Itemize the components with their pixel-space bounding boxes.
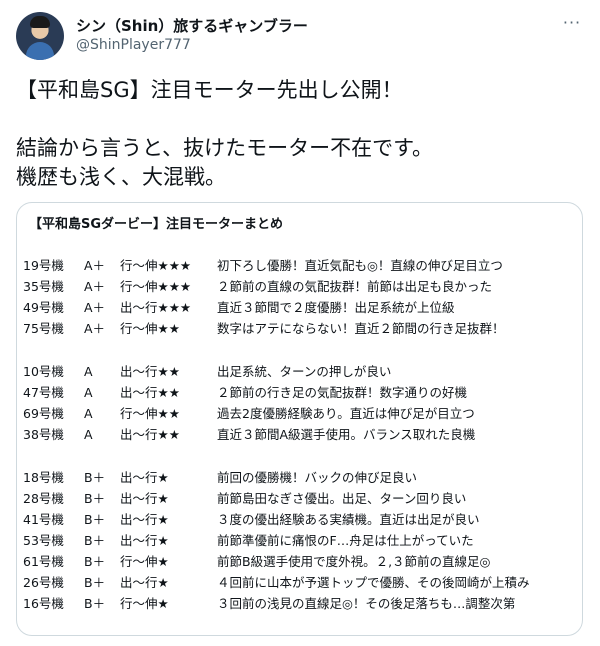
motor-number: 18号機 [23,470,64,485]
motor-row: 16号機 B＋ 行〜伸★ ３回前の浅見の直線足◎！その後足落ちも…調整次第 [17,593,582,614]
motor-row: 75号機 A＋ 行〜伸★★ 数字はアテにならない！直近２節間の行き足抜群！ [17,318,582,339]
motor-type: 行〜伸★★★ [120,258,192,273]
motor-group: 10号機 A 出〜行★★ 出足系統、ターンの押しが良い 47号機 A 出〜行★★ ２節前の行き… [17,361,582,445]
motor-row: 19号機 A＋ 行〜伸★★★ 初下ろし優勝！直近気配も◎！直線の伸び足目立つ [17,255,582,276]
motor-row: 47号機 A 出〜行★★ ２節前の行き足の気配抜群！数字通りの好機 [17,382,582,403]
motor-rank: A＋ [84,258,106,273]
motor-rank: B＋ [84,491,106,506]
motor-number: 19号機 [23,258,64,273]
motor-rank: B＋ [84,596,106,611]
motor-rank: B＋ [84,512,106,527]
motor-number: 41号機 [23,512,64,527]
motor-type: 出〜行★ [120,512,169,527]
motor-note: ３回前の浅見の直線足◎！その後足落ちも…調整次第 [217,596,516,611]
motor-row: 26号機 B＋ 出〜行★ ４回前に山本が予選トップで優勝、その後岡崎が上積み [17,572,582,593]
motor-note: ４回前に山本が予選トップで優勝、その後岡崎が上積み [217,575,530,590]
motor-note: 数字はアテにならない！直近２節間の行き足抜群！ [217,321,505,336]
motor-row: 41号機 B＋ 出〜行★ ３度の優出経験ある実績機。直近は出足が良い [17,509,582,530]
attached-image-card[interactable]: 【平和島SGダービー】注目モーターまとめ 19号機 A＋ 行〜伸★★★ 初下ろし優勝！… [16,202,583,636]
more-dots-icon[interactable]: ··· [560,15,584,36]
motor-number: 47号機 [23,385,64,400]
motor-note: ２節前の行き足の気配抜群！数字通りの好機 [217,385,468,400]
tweet-text: 【平和島SG】注目モーター先出し公開！ 結論から言うと、抜けたモーター不在です。… [16,76,584,192]
motor-note: 前節準優前に痛恨のF…舟足は仕上がっていた [217,533,474,548]
motor-type: 出〜行★★ [120,385,180,400]
motor-row: 49号機 A＋ 出〜行★★★ 直近３節間で２度優勝！出足系統が上位級 [17,297,582,318]
motor-rank: A＋ [84,300,106,315]
motor-row: 53号機 B＋ 出〜行★ 前節準優前に痛恨のF…舟足は仕上がっていた [17,530,582,551]
tweet-line: 【平和島SG】注目モーター先出し公開！ [16,78,403,102]
motor-rank: A [84,406,93,421]
motor-type: 出〜行★★★ [120,300,192,315]
motor-type: 行〜伸★★ [120,406,180,421]
motor-note: 前回の優勝機！バックの伸び足良い [217,470,418,485]
motor-note: 初下ろし優勝！直近気配も◎！直線の伸び足目立つ [217,258,503,273]
motor-number: 75号機 [23,321,64,336]
motor-type: 行〜伸★★★ [120,279,192,294]
motor-note: ３度の優出経験ある実績機。直近は出足が良い [217,512,480,527]
motor-note: ２節前の直線の気配抜群！前節は出足も良かった [217,279,493,294]
motor-row: 69号機 A 行〜伸★★ 過去2度優勝経験あり。直近は伸び足が目立つ [17,403,582,424]
motor-type: 行〜伸★ [120,596,169,611]
motor-note: 前節島田なぎさ優出。出足、ターン回り良い [217,491,467,506]
motor-type: 行〜伸★★ [120,321,180,336]
avatar[interactable] [16,12,64,60]
motor-rank: B＋ [84,554,106,569]
motor-note: 直近３節間A級選手使用。バランス取れた良機 [217,427,476,442]
motor-type: 出〜行★★ [120,427,180,442]
tweet-header: シン（Shin）旅するギャンブラー @ShinPlayer777 ··· [16,12,584,62]
motor-row: 61号機 B＋ 行〜伸★ 前節B級選手使用で度外視。２,３節前の直線足◎ [17,551,582,572]
motor-number: 10号機 [23,364,64,379]
motor-list: 19号機 A＋ 行〜伸★★★ 初下ろし優勝！直近気配も◎！直線の伸び足目立つ 35号機 A… [17,255,582,635]
motor-row: 28号機 B＋ 出〜行★ 前節島田なぎさ優出。出足、ターン回り良い [17,488,582,509]
motor-note: 前節B級選手使用で度外視。２,３節前の直線足◎ [217,554,491,569]
author-handle[interactable]: @ShinPlayer777 [76,37,191,53]
motor-rank: A＋ [84,321,106,336]
motor-row: 35号機 A＋ 行〜伸★★★ ２節前の直線の気配抜群！前節は出足も良かった [17,276,582,297]
motor-rank: B＋ [84,470,106,485]
tweet-line: 結論から言うと、抜けたモーター不在です。 [16,136,434,160]
motor-type: 行〜伸★ [120,554,169,569]
motor-number: 28号機 [23,491,64,506]
motor-note: 出足系統、ターンの押しが良い [217,364,392,379]
motor-number: 38号機 [23,427,64,442]
motor-number: 16号機 [23,596,64,611]
motor-group: 18号機 B＋ 出〜行★ 前回の優勝機！バックの伸び足良い 28号機 B＋ 出〜行★ 前節島田… [17,467,582,614]
motor-number: 49号機 [23,300,64,315]
motor-number: 61号機 [23,554,64,569]
motor-group: 19号機 A＋ 行〜伸★★★ 初下ろし優勝！直近気配も◎！直線の伸び足目立つ 35号機 A… [17,255,582,339]
motor-rank: A [84,385,93,400]
motor-number: 69号機 [23,406,64,421]
motor-number: 53号機 [23,533,64,548]
author-name[interactable]: シン（Shin）旅するギャンブラー [76,15,308,36]
motor-rank: A＋ [84,279,106,294]
motor-row: 38号機 A 出〜行★★ 直近３節間A級選手使用。バランス取れた良機 [17,424,582,445]
motor-type: 出〜行★ [120,491,169,506]
motor-rank: B＋ [84,575,106,590]
motor-number: 35号機 [23,279,64,294]
motor-row: 10号機 A 出〜行★★ 出足系統、ターンの押しが良い [17,361,582,382]
motor-type: 出〜行★ [120,470,169,485]
motor-note: 過去2度優勝経験あり。直近は伸び足が目立つ [217,406,475,421]
motor-note: 直近３節間で２度優勝！出足系統が上位級 [217,300,455,315]
motor-type: 出〜行★ [120,533,169,548]
card-title: 【平和島SGダービー】注目モーターまとめ [29,217,284,232]
motor-rank: B＋ [84,533,106,548]
motor-row: 18号機 B＋ 出〜行★ 前回の優勝機！バックの伸び足良い [17,467,582,488]
tweet-line: 機歴も浅く、大混戦。 [16,165,226,189]
motor-type: 出〜行★ [120,575,169,590]
motor-type: 出〜行★★ [120,364,180,379]
motor-rank: A [84,427,93,442]
motor-number: 26号機 [23,575,64,590]
motor-rank: A [84,364,93,379]
